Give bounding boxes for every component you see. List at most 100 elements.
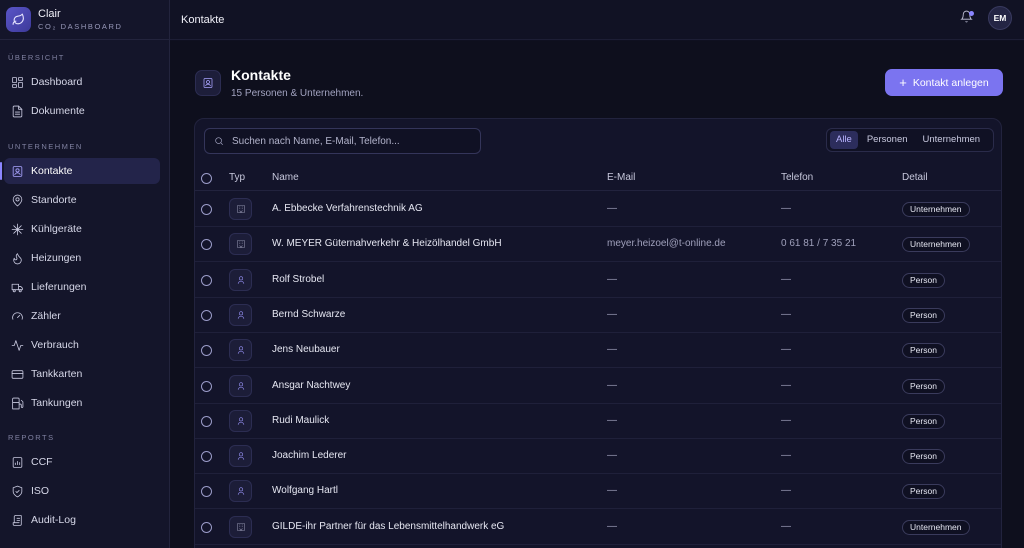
sidebar: Clair CO₂ DASHBOARD ÜBERSICHT Dashboard … [0, 0, 170, 548]
row-select-radio[interactable] [201, 451, 212, 463]
cell-phone: — [781, 414, 791, 426]
sidebar-item-label: Kühlgeräte [31, 223, 82, 235]
row-select-radio[interactable] [201, 345, 212, 357]
type-filter: Alle Personen Unternehmen [826, 128, 994, 152]
section-label-reports: REPORTS [8, 433, 55, 442]
sidebar-item-label: Verbrauch [31, 339, 79, 351]
cell-email: — [607, 414, 617, 426]
snowflake-icon [10, 222, 24, 236]
sidebar-item-label: CCF [31, 456, 53, 468]
search-input[interactable] [232, 135, 472, 147]
sidebar-item-fuel-cards[interactable]: Tankkarten [4, 361, 160, 387]
cell-email: meyer.heizoel@t-online.de [607, 238, 726, 250]
sidebar-item-contacts[interactable]: Kontakte [0, 158, 160, 184]
cell-name: Rolf Strobel [272, 273, 325, 285]
sidebar-item-label: Lieferungen [31, 281, 87, 293]
notification-dot [969, 11, 974, 16]
sidebar-item-label: Tankungen [31, 397, 83, 409]
table-row[interactable]: GILDE-ihr Partner für das Lebensmittelha… [195, 510, 1001, 545]
contact-card-icon [10, 164, 24, 178]
create-contact-label: Kontakt anlegen [912, 76, 989, 89]
detail-badge: Unternehmen [902, 237, 970, 253]
main-content: Kontakte 15 Personen & Unternehmen. + Ko… [170, 41, 1024, 548]
page-subtitle: 15 Personen & Unternehmen. [231, 88, 364, 99]
activity-icon [10, 338, 24, 352]
leaf-logo-icon[interactable] [6, 7, 31, 32]
topbar: Kontakte EM [170, 0, 1024, 40]
cell-name: W. MEYER Güternahverkehr & Heizölhandel … [272, 238, 502, 250]
detail-badge: Person [902, 307, 945, 323]
detail-badge: Person [902, 449, 945, 465]
credit-card-icon [10, 367, 24, 381]
topbar-title: Kontakte [181, 13, 225, 26]
brand-name: Clair [38, 7, 61, 20]
section-label-overview: ÜBERSICHT [8, 53, 65, 62]
header-email: E-Mail [607, 172, 636, 183]
sidebar-item-label: Dashboard [31, 76, 83, 88]
person-icon [229, 303, 252, 326]
sidebar-item-deliveries[interactable]: Lieferungen [4, 274, 160, 300]
cell-phone: — [781, 450, 791, 462]
cell-name: Ansgar Nachtwey [272, 379, 351, 391]
row-select-radio[interactable] [201, 239, 212, 251]
filter-persons[interactable]: Personen [861, 131, 914, 149]
building-icon [229, 233, 252, 256]
table-row[interactable]: Ansgar Nachtwey — — Person [195, 369, 1001, 404]
flame-icon [10, 251, 24, 265]
row-select-radio[interactable] [201, 380, 212, 392]
sidebar-item-dashboard[interactable]: Dashboard [4, 69, 160, 95]
row-select-radio[interactable] [201, 204, 212, 215]
sidebar-item-locations[interactable]: Standorte [4, 187, 160, 213]
sidebar-item-consumption[interactable]: Verbrauch [4, 332, 160, 358]
table-row[interactable]: A. Ebbecke Verfahrenstechnik AG — — Unterne… [195, 192, 1001, 227]
cell-name: Wolfgang Hartl [272, 485, 338, 497]
row-select-radio[interactable] [201, 274, 212, 286]
row-select-radio[interactable] [201, 521, 212, 533]
document-icon [10, 104, 24, 118]
sidebar-item-heating[interactable]: Heizungen [4, 245, 160, 271]
cell-name: Bernd Schwarze [272, 308, 346, 320]
sidebar-item-label: ISO [31, 485, 50, 497]
search-icon [215, 137, 223, 145]
cell-email: — [607, 308, 617, 320]
cell-phone: — [781, 379, 791, 391]
row-select-radio[interactable] [201, 415, 212, 427]
sidebar-item-meters[interactable]: Zähler [4, 303, 160, 329]
row-select-radio[interactable] [201, 309, 212, 321]
search-box[interactable] [204, 128, 481, 154]
filter-companies[interactable]: Unternehmen [917, 131, 987, 149]
contacts-panel: Alle Personen Unternehmen Typ Name E-Mai… [194, 118, 1002, 548]
cell-email: — [607, 203, 617, 214]
sidebar-item-label: Standorte [31, 194, 77, 206]
avatar[interactable]: EM [988, 6, 1012, 30]
header-name: Name [272, 172, 299, 183]
sidebar-item-documents[interactable]: Dokumente [4, 98, 160, 124]
sidebar-item-ccf[interactable]: CCF [4, 449, 160, 475]
row-select-radio[interactable] [201, 486, 212, 498]
table-row[interactable]: Rolf Strobel — — Person [195, 263, 1001, 298]
table-row[interactable]: Joachim Lederer — — Person [195, 439, 1001, 475]
detail-badge: Person [902, 413, 945, 429]
bell-icon[interactable] [960, 10, 976, 26]
sidebar-item-refuelings[interactable]: Tankungen [4, 390, 160, 416]
sidebar-item-label: Audit-Log [31, 514, 76, 526]
table-row[interactable]: Rudi Maulick — — Person [195, 404, 1001, 439]
cell-name: GILDE-ihr Partner für das Lebensmittelha… [272, 520, 505, 532]
sidebar-item-iso[interactable]: ISO [4, 478, 160, 504]
detail-badge: Person [902, 272, 945, 288]
create-contact-button[interactable]: + Kontakt anlegen [885, 69, 1003, 96]
cell-email: — [607, 344, 617, 356]
table-row[interactable]: Bernd Schwarze — — Person [195, 298, 1001, 333]
filter-all[interactable]: Alle [830, 131, 858, 149]
detail-badge: Unternehmen [902, 202, 970, 217]
table-row[interactable]: Wolfgang Hartl — — Person [195, 474, 1001, 510]
select-all-radio[interactable] [201, 173, 212, 184]
table-row[interactable]: W. MEYER Güternahverkehr & Heizölhandel … [195, 227, 1001, 263]
person-icon [229, 268, 252, 291]
detail-badge: Person [902, 484, 945, 500]
sidebar-item-audit-log[interactable]: Audit-Log [4, 507, 160, 533]
cell-phone: — [781, 520, 791, 532]
sidebar-item-refrigerators[interactable]: Kühlgeräte [4, 216, 160, 242]
table-row[interactable]: Jens Neubauer — — Person [195, 333, 1001, 369]
section-label-company: UNTERNEHMEN [8, 142, 83, 151]
